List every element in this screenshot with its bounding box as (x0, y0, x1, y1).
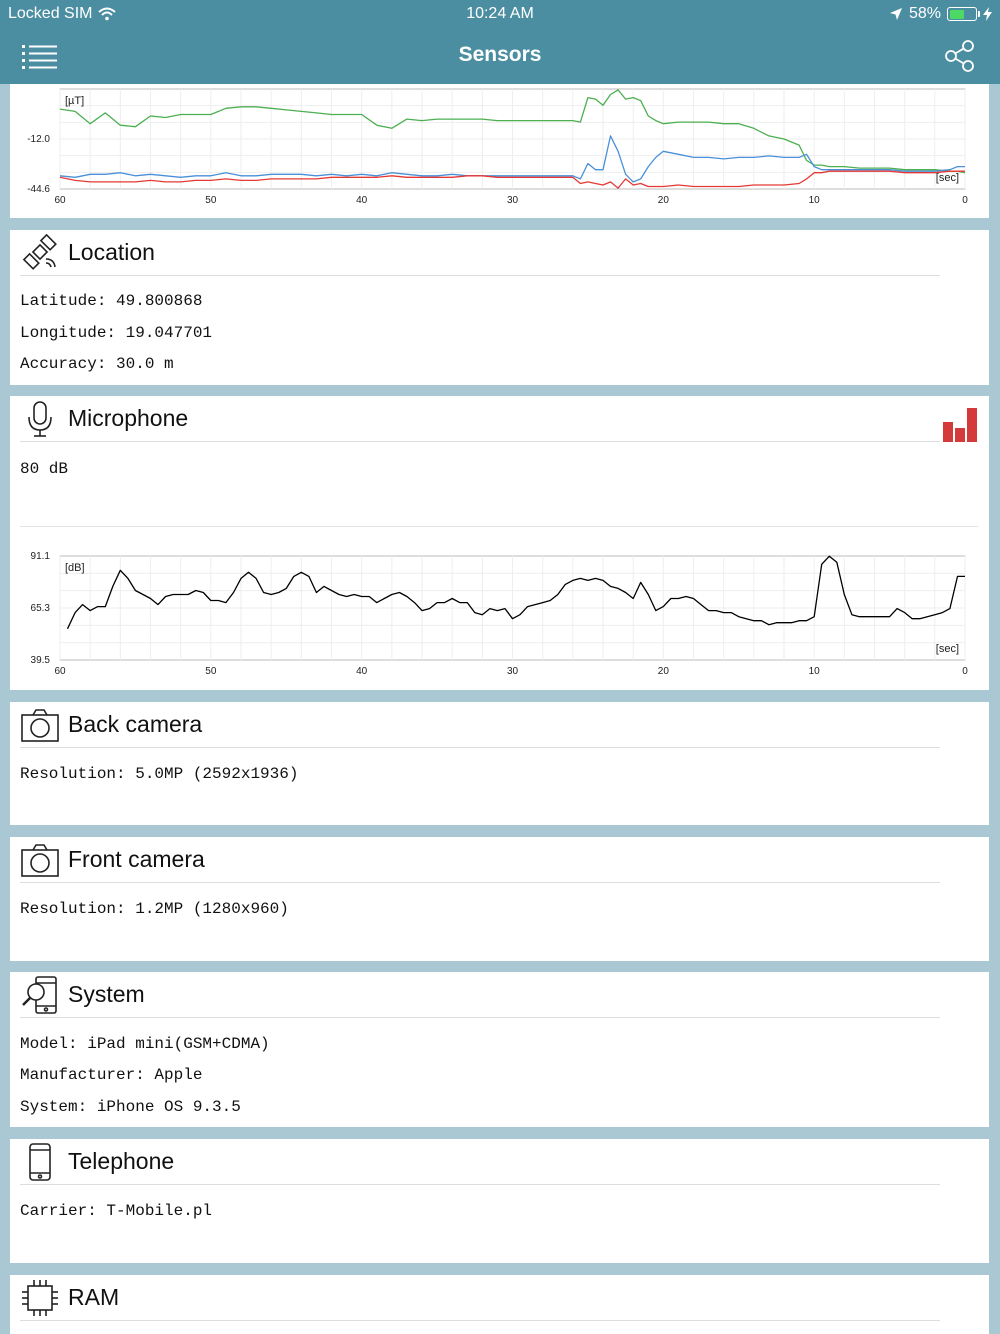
y-axis-label: [µT] (65, 95, 84, 107)
y-tick-label: -44.6 (27, 184, 50, 195)
ram-title: RAM (68, 1284, 120, 1310)
location-card: Location Latitude: 49.800868 Longitude: … (10, 230, 989, 385)
front-camera-card: Front camera Resolution: 1.2MP (1280x960… (10, 837, 989, 961)
telephone-card: Telephone Carrier: T-Mobile.pl (10, 1139, 989, 1263)
status-bar: Locked SIM 10:24 AM 58% (0, 0, 1000, 28)
chip-icon (20, 1278, 60, 1318)
x-tick-label: 50 (205, 195, 217, 206)
status-right: 58% (889, 5, 992, 23)
system-card: System Model: iPad mini(GSM+CDMA) Manufa… (10, 972, 989, 1127)
y-tick-label: 39.5 (31, 655, 51, 666)
longitude-value: Longitude: 19.047701 (20, 324, 213, 342)
share-icon (945, 40, 974, 72)
camera-icon (20, 840, 60, 880)
telephone-header: Telephone (20, 1139, 940, 1185)
nav-bar: Sensors (0, 28, 1000, 84)
microphone-title: Microphone (68, 405, 189, 431)
y-tick-label: 65.3 (31, 603, 51, 614)
x-tick-label: 30 (507, 666, 519, 677)
level-bars-icon (943, 408, 977, 442)
back-camera-card: Back camera Resolution: 5.0MP (2592x1936… (10, 702, 989, 825)
battery-fill (949, 9, 964, 19)
ram-header: RAM (20, 1275, 940, 1321)
x-tick-label: 10 (809, 666, 821, 677)
series-line (66, 555, 965, 630)
system-model: Model: iPad mini(GSM+CDMA) (20, 1035, 270, 1053)
x-axis-label: [sec] (936, 643, 959, 655)
phone-icon (20, 1142, 60, 1182)
y-tick-label: -12.0 (27, 134, 50, 145)
x-tick-label: 40 (356, 195, 368, 206)
share-button[interactable] (944, 40, 976, 72)
latitude-value: Latitude: 49.800868 (20, 292, 203, 310)
page-title: Sensors (458, 43, 542, 66)
x-tick-label: 0 (962, 195, 968, 206)
microphone-card: Microphone 80 dB 60 50 40 30 20 10 0 91.1 65.3 39… (10, 396, 989, 690)
telephone-title: Telephone (68, 1148, 175, 1174)
x-tick-label: 50 (205, 666, 217, 677)
front-camera-resolution: Resolution: 1.2MP (1280x960) (20, 900, 289, 918)
x-tick-label: 60 (54, 666, 66, 677)
x-axis-label: [sec] (936, 172, 959, 184)
system-manufacturer: Manufacturer: Apple (20, 1066, 203, 1084)
system-title: System (68, 981, 145, 1007)
status-time: 10:24 AM (466, 5, 534, 22)
x-tick-label: 60 (54, 195, 66, 206)
x-tick-label: 20 (658, 666, 670, 677)
magnetometer-chart: 60 50 40 30 20 10 0 -12.0 -44.6 [µT] [sec] (27, 88, 968, 206)
telephone-carrier: Carrier: T-Mobile.pl (20, 1202, 213, 1220)
x-tick-label: 10 (809, 195, 821, 206)
device-search-icon (20, 975, 60, 1015)
magnetometer-card: 60 50 40 30 20 10 0 -12.0 -44.6 [µT] [sec] (10, 84, 989, 218)
y-axis-label: [dB] (65, 562, 85, 574)
satellite-icon (20, 233, 60, 273)
battery-percent: 58% (908, 5, 941, 22)
front-camera-title: Front camera (68, 846, 205, 872)
microphone-icon (20, 399, 60, 439)
camera-icon (20, 705, 60, 745)
accuracy-value: Accuracy: 30.0 m (20, 355, 174, 373)
system-header: System (20, 972, 940, 1018)
y-tick-label: 91.1 (31, 551, 51, 562)
back-camera-header: Back camera (20, 702, 940, 748)
microphone-db-value: 80 dB (20, 460, 69, 478)
location-title: Location (68, 239, 155, 265)
x-tick-label: 30 (507, 195, 519, 206)
charging-bolt-icon (983, 7, 992, 21)
x-tick-label: 20 (658, 195, 670, 206)
system-os: System: iPhone OS 9.3.5 (20, 1098, 241, 1116)
x-tick-label: 0 (962, 666, 968, 677)
x-tick-label: 40 (356, 666, 368, 677)
front-camera-header: Front camera (20, 837, 940, 883)
location-header: Location (20, 230, 940, 276)
microphone-header: Microphone (20, 396, 940, 442)
microphone-chart: 60 50 40 30 20 10 0 91.1 65.3 39.5 [dB] [sec] (31, 551, 969, 677)
location-arrow-icon (889, 8, 902, 20)
back-camera-title: Back camera (68, 711, 203, 737)
microphone-divider (20, 526, 978, 527)
ram-card: RAM (10, 1275, 989, 1334)
battery-icon (947, 7, 980, 21)
back-camera-resolution: Resolution: 5.0MP (2592x1936) (20, 765, 299, 783)
